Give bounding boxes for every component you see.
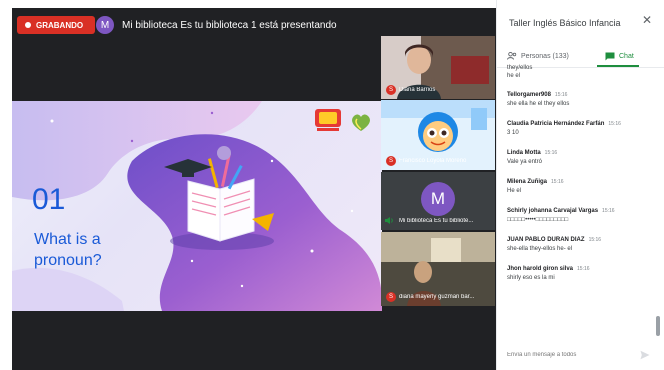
participant-name: Diana Barrios xyxy=(399,87,436,93)
people-icon xyxy=(507,52,517,60)
library-logo-icon xyxy=(315,109,341,131)
participant-tile[interactable]: S Francisco Loyola Moreno xyxy=(381,100,495,170)
message-text: □□□□□•••••□□□□□□□□□ xyxy=(507,217,569,223)
speaking-indicator-icon xyxy=(385,217,393,224)
message-author: JUAN PABLO DURAN DIAZ xyxy=(507,237,585,243)
chat-message: Jhon harold giron silva 15:16 shirly eso … xyxy=(507,266,653,281)
tab-chat-label: Chat xyxy=(619,52,634,60)
chat-scrollbar[interactable] xyxy=(656,316,660,336)
chat-message: Tellorgamer908 15:16 she ella he el they … xyxy=(507,92,653,107)
chat-compose-input[interactable] xyxy=(507,350,627,360)
chat-message: Milena Zuñiga 15:16 He el xyxy=(507,179,653,194)
message-time: 15:16 xyxy=(602,208,615,214)
presented-slide: 01 What is a pronoun? xyxy=(12,101,382,311)
speaker-badge: S xyxy=(386,292,396,302)
participant-tile[interactable]: S Diana Barrios xyxy=(381,36,495,99)
heart-leaf-icon xyxy=(352,114,370,131)
participant-name: Mi biblioteca Es tu bibliote... xyxy=(399,218,474,224)
message-time: 15:16 xyxy=(577,266,590,272)
presenter-text: Mi biblioteca Es tu biblioteca 1 está pr… xyxy=(122,19,337,31)
chat-message: Schirly johanna Carvajal Vargas 15:16 □□□… xyxy=(507,208,653,223)
message-text: she ella he el they ellos xyxy=(507,101,570,107)
message-text: He el xyxy=(507,188,522,194)
message-text: he el xyxy=(507,73,521,79)
participant-name: Francisco Loyola Moreno xyxy=(399,158,467,164)
speaker-badge: S xyxy=(386,85,396,95)
message-author: Milena Zuñiga xyxy=(507,179,548,185)
participant-name: diana mayerly guzman bar... xyxy=(399,294,475,300)
message-author: Schirly johanna Carvajal Vargas xyxy=(507,208,599,214)
slide-number: 01 xyxy=(32,183,66,216)
message-time: 15:16 xyxy=(551,179,564,185)
message-author: Tellorgamer908 xyxy=(507,92,551,98)
meeting-title: Taller Inglés Básico Infancia xyxy=(509,18,621,28)
chat-icon xyxy=(605,52,615,60)
presenter-info: M Mi biblioteca Es tu biblioteca 1 está … xyxy=(96,14,337,36)
message-text: they/ellos xyxy=(507,65,533,71)
message-continuation: they/ellos he el xyxy=(507,64,653,80)
chat-panel: Taller Inglés Básico Infancia ✕ Personas… xyxy=(496,0,664,370)
close-icon[interactable]: ✕ xyxy=(642,14,654,26)
chat-message: Claudia Patricia Hernández Farfán 15:16 3… xyxy=(507,121,653,136)
chat-messages[interactable]: they/ellos he el Tellorgamer908 15:16 she… xyxy=(507,64,653,340)
message-time: 15:16 xyxy=(554,92,568,98)
chat-message: Linda Motta 15:16 Vale ya entró xyxy=(507,150,653,165)
message-text: shirly eso es la mi xyxy=(507,275,555,281)
participant-tile[interactable]: S diana mayerly guzman bar... xyxy=(381,232,495,306)
participant-tile[interactable]: M Mi biblioteca Es tu bibliote... xyxy=(381,172,495,230)
message-text: 3 10 xyxy=(507,130,519,136)
speaker-badge: S xyxy=(386,156,396,166)
message-author: Jhon harold giron silva xyxy=(507,266,574,272)
participant-avatar: M xyxy=(421,182,455,216)
chat-message: JUAN PABLO DURAN DIAZ 15:16 she-ella they… xyxy=(507,237,653,252)
message-author: Claudia Patricia Hernández Farfán xyxy=(507,121,605,127)
slide-title: What is a pronoun? xyxy=(34,231,102,269)
tab-chat[interactable]: Chat xyxy=(605,46,634,66)
message-time: 15:16 xyxy=(588,237,602,243)
message-time: 15:16 xyxy=(544,150,558,156)
message-text: she-ella they-ellos he- el xyxy=(507,246,573,252)
recording-dot-icon xyxy=(25,22,31,28)
meeting-stage: GRABANDO M Mi biblioteca Es tu bibliotec… xyxy=(12,8,496,370)
message-text: Vale ya entró xyxy=(507,159,542,165)
message-author: Linda Motta xyxy=(507,150,541,156)
message-time: 15:16 xyxy=(608,121,621,127)
tab-people-label: Personas (133) xyxy=(521,52,569,60)
recording-label: GRABANDO xyxy=(36,20,84,30)
send-icon[interactable] xyxy=(640,350,650,360)
recording-badge: GRABANDO xyxy=(17,16,95,34)
tab-people[interactable]: Personas (133) xyxy=(507,46,569,66)
presenter-avatar: M xyxy=(96,16,114,34)
